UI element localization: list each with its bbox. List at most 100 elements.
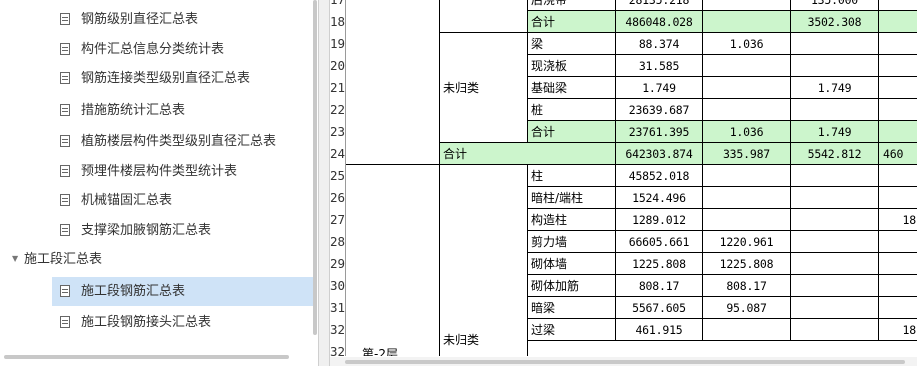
subtotal-value-cell <box>703 11 791 33</box>
tree-item-measure-rebar-summary[interactable]: 措施筋统计汇总表 <box>52 96 314 125</box>
component-type-cell: 剪力墙 <box>528 231 616 253</box>
tree-item-section-steel-summary[interactable]: 施工段钢筋汇总表 <box>52 277 314 306</box>
report-icon <box>60 315 70 328</box>
tree-item-support-beam-haunch-summary[interactable]: 支撑梁加腋钢筋汇总表 <box>52 216 314 245</box>
report-icon <box>60 71 70 84</box>
tree-item-steel-connection-type-summary[interactable]: 钢筋连接类型级别直径汇总表 <box>52 64 314 93</box>
value-cell <box>791 209 879 231</box>
value-cell <box>879 297 917 319</box>
tree-item-planted-rebar-summary[interactable]: 植筋楼层构件类型级别直径汇总表 <box>52 127 314 156</box>
row-number: 25 <box>330 165 345 188</box>
value-cell: 18 <box>879 209 917 231</box>
value-cell <box>791 275 879 297</box>
report-icon <box>60 223 70 236</box>
row-number: 32 <box>330 341 345 356</box>
expand-arrow-icon[interactable]: ▼ <box>12 244 24 273</box>
value-cell: 808.17 <box>703 275 791 297</box>
total-weight-cell: 1225.808 <box>616 253 703 275</box>
total-weight-cell: 45852.018 <box>616 165 703 187</box>
subtotal-value-cell <box>879 11 917 33</box>
report-icon <box>60 103 70 116</box>
row-number: 32 <box>330 319 345 342</box>
tree-group-construction-section[interactable]: ▼ 施工段汇总表 <box>12 245 102 274</box>
total-weight-cell: 5567.605 <box>616 297 703 319</box>
value-cell <box>703 99 791 121</box>
tree-item-embedded-parts-statistics[interactable]: 预埋件楼层构件类型统计表 <box>52 157 314 186</box>
floor-total-label-cell: 合计 <box>440 143 616 165</box>
report-tree-panel: 钢筋级别直径汇总表 构件汇总信息分类统计表 钢筋连接类型级别直径汇总表 措施筋统… <box>0 0 318 366</box>
value-cell <box>791 231 879 253</box>
value-cell <box>791 99 879 121</box>
value-cell: 18 <box>879 319 917 341</box>
value-cell <box>703 187 791 209</box>
tree-item-component-summary-classification[interactable]: 构件汇总信息分类统计表 <box>52 35 314 64</box>
value-cell: 1.036 <box>703 33 791 55</box>
report-icon <box>60 193 70 206</box>
value-cell <box>879 275 917 297</box>
total-weight-cell: 28135.218 <box>616 0 703 11</box>
row-number: 23 <box>330 121 345 144</box>
component-type-cell: 梁 <box>528 33 616 55</box>
value-cell <box>879 231 917 253</box>
subtotal-value-cell: 23761.395 <box>616 121 703 143</box>
tree-item-mechanical-anchorage-summary[interactable]: 机械锚固汇总表 <box>52 186 314 215</box>
category-cell: 未归类 <box>440 33 528 143</box>
tree-item-steel-grade-diameter-summary[interactable]: 钢筋级别直径汇总表 <box>52 5 314 34</box>
floor-cell-previous <box>346 0 440 165</box>
subtotal-value-cell <box>879 121 917 143</box>
tree-item-section-steel-joint-summary[interactable]: 施工段钢筋接头汇总表 <box>52 308 314 337</box>
component-type-cell: 柱 <box>528 165 616 187</box>
value-cell <box>703 77 791 99</box>
tree-item-label: 机械锚固汇总表 <box>81 193 173 208</box>
value-cell <box>879 187 917 209</box>
subtotal-value-cell: 1.036 <box>703 121 791 143</box>
value-cell <box>703 0 791 11</box>
tree-item-label: 钢筋级别直径汇总表 <box>81 12 199 27</box>
value-cell <box>879 33 917 55</box>
value-cell <box>791 319 879 341</box>
row-number: 26 <box>330 187 345 210</box>
subtotal-label-cell: 合计 <box>528 121 616 143</box>
value-cell <box>703 165 791 187</box>
value-cell <box>791 253 879 275</box>
tree-horizontal-scrollbar[interactable] <box>4 355 289 359</box>
tree-item-label: 植筋楼层构件类型级别直径汇总表 <box>81 134 277 149</box>
value-cell: 95.087 <box>703 297 791 319</box>
tree-vertical-scrollbar[interactable] <box>313 0 317 335</box>
tree-item-label: 构件汇总信息分类统计表 <box>81 42 225 57</box>
scrollbar-thumb[interactable] <box>345 360 905 364</box>
row-number: 28 <box>330 231 345 254</box>
report-icon <box>60 164 70 177</box>
tree-item-label: 施工段钢筋汇总表 <box>81 284 186 299</box>
report-grid: 17 18 19 20 21 22 23 24 25 26 27 28 29 3… <box>330 0 917 356</box>
value-cell <box>791 297 879 319</box>
tree-item-label: 施工段钢筋接头汇总表 <box>81 315 212 330</box>
value-cell: 1220.961 <box>703 231 791 253</box>
component-type-cell: 暗柱/端柱 <box>528 187 616 209</box>
tree-item-label: 措施筋统计汇总表 <box>81 103 186 118</box>
total-weight-cell: 31.585 <box>616 55 703 77</box>
subtotal-label-cell: 合计 <box>528 11 616 33</box>
value-cell <box>879 0 917 11</box>
value-cell: 1225.808 <box>703 253 791 275</box>
value-cell <box>703 319 791 341</box>
value-cell: 135.000 <box>791 0 879 11</box>
floor-total-value-cell: 642303.874 <box>616 143 703 165</box>
total-weight-cell: 1289.012 <box>616 209 703 231</box>
value-cell <box>703 55 791 77</box>
floor-total-value-cell: 335.987 <box>703 143 791 165</box>
row-number: 21 <box>330 77 345 100</box>
component-type-cell: 现浇板 <box>528 55 616 77</box>
row-number: 19 <box>330 33 345 56</box>
tree-group-label: 施工段汇总表 <box>24 252 103 267</box>
row-number: 22 <box>330 99 345 122</box>
row-number: 24 <box>330 143 345 166</box>
category-label: 未归类 <box>443 81 480 95</box>
component-type-cell: 暗梁 <box>528 297 616 319</box>
value-cell <box>879 77 917 99</box>
panel-splitter[interactable] <box>318 0 330 366</box>
report-icon <box>60 12 70 25</box>
component-type-cell: 后浇带 <box>528 0 616 11</box>
grid-horizontal-scrollbar[interactable] <box>330 357 917 366</box>
component-type-cell: 基础梁 <box>528 77 616 99</box>
